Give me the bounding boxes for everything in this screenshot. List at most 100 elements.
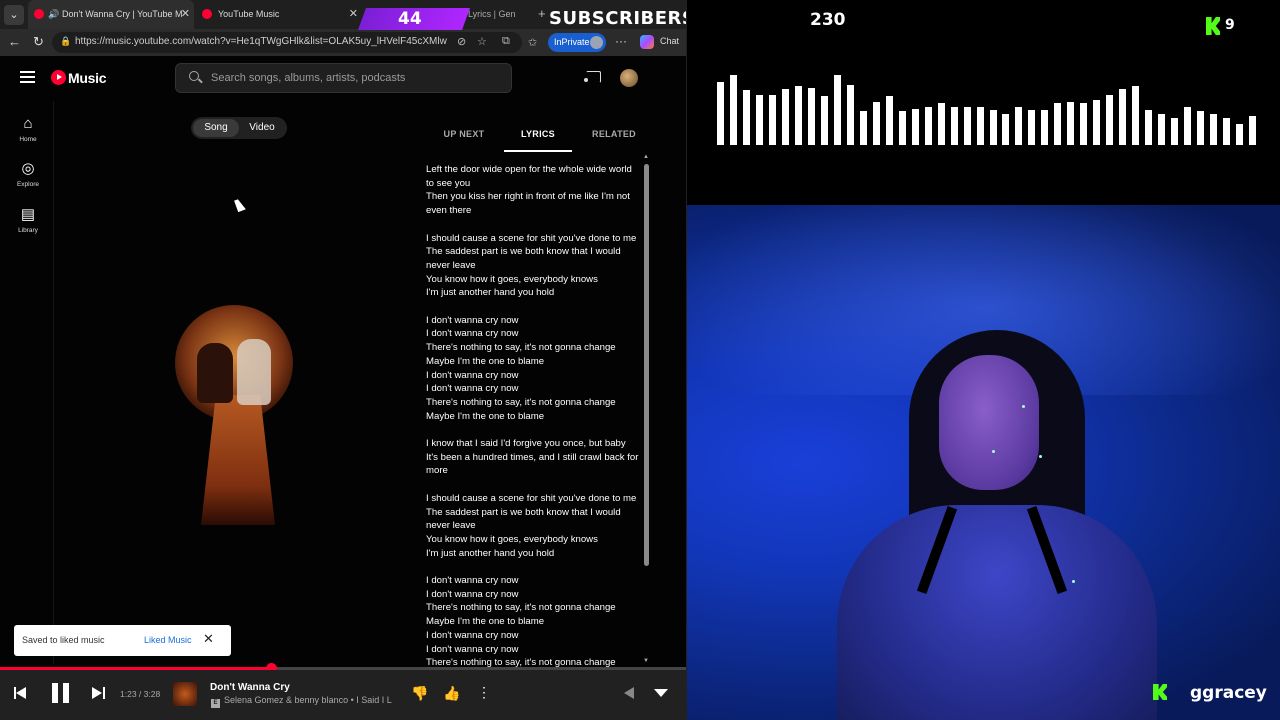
lyrics-line: I don't wanna cry now — [426, 588, 519, 600]
streamer-username: ggracey — [1190, 683, 1267, 703]
song-video-toggle: Song Video — [191, 117, 287, 139]
chevron-down-icon[interactable] — [654, 689, 668, 697]
visualizer-bar — [768, 94, 776, 145]
youtube-music-logo-icon[interactable] — [51, 70, 66, 85]
lock-icon[interactable]: 🔒 — [60, 36, 71, 47]
nav-item-library[interactable]: ▤ Library — [0, 206, 56, 234]
tab-lyrics[interactable]: LYRICS — [504, 124, 572, 152]
visualizer-bar — [1054, 103, 1062, 145]
subscriber-label: SUBSCRIBERS — [549, 8, 687, 29]
tab-youtube-music[interactable]: YouTube Music ✕ — [196, 0, 362, 29]
dislike-icon[interactable]: 👎 — [411, 685, 428, 702]
tab-title: Don't Wanna Cry | YouTube M — [62, 9, 183, 19]
account-avatar[interactable] — [620, 69, 638, 87]
lyrics-line: The saddest part is we both know that I … — [426, 246, 621, 271]
nav-item-explore[interactable]: ◎ Explore — [0, 160, 56, 188]
explicit-badge: E — [211, 699, 220, 708]
streamer-body — [837, 505, 1157, 720]
video-toggle-button[interactable]: Video — [239, 117, 285, 139]
visualizer-bar — [1067, 101, 1075, 145]
visualizer-bar — [950, 106, 958, 145]
visualizer-bar — [885, 96, 893, 145]
lyrics-stanza-gap — [426, 423, 642, 437]
subscriber-count: 44 — [398, 9, 422, 29]
lyrics-line: I don't wanna cry now — [426, 629, 519, 641]
pause-icon[interactable] — [52, 683, 69, 703]
back-button[interactable]: ← — [8, 34, 21, 49]
logo-text[interactable]: Music — [68, 70, 106, 86]
cast-icon[interactable] — [584, 71, 601, 83]
tab-close-icon[interactable]: ✕ — [181, 0, 190, 29]
lyrics-stanza-gap — [426, 218, 642, 232]
more-options-button[interactable]: ··· — [615, 34, 627, 48]
song-toggle-button[interactable]: Song — [193, 119, 239, 137]
like-icon[interactable]: 👍 — [443, 685, 460, 702]
new-tab-button[interactable]: + — [538, 6, 546, 21]
lyrics-line: Left the door wide open for the whole wi… — [426, 164, 632, 189]
saved-toast: Saved to liked music Liked Music ✕ — [14, 625, 231, 656]
volume-icon[interactable] — [624, 687, 634, 699]
lyrics-line: I don't wanna cry now — [426, 643, 519, 655]
lyrics-line: I don't wanna cry now — [426, 328, 519, 340]
scroll-up-arrow-icon[interactable]: ▲ — [643, 154, 649, 160]
visualizer-bar — [1145, 110, 1153, 145]
search-input[interactable] — [211, 69, 501, 87]
lyrics-line: I'm just another hand you hold — [426, 287, 555, 299]
visualizer-bar — [989, 110, 997, 145]
next-track-icon[interactable] — [92, 687, 106, 699]
chat-button[interactable]: Chat — [660, 36, 679, 46]
visualizer-bar — [1249, 115, 1257, 145]
tracking-prevention-icon[interactable]: ⊘ — [457, 35, 466, 48]
sparkle — [1072, 580, 1075, 583]
lyrics-line: I know that I said I'd forgive you once,… — [426, 438, 626, 450]
extensions-icon[interactable]: ⧉ — [502, 35, 510, 48]
lyrics-stanza-gap — [426, 478, 642, 492]
visualizer-bar — [1119, 89, 1127, 145]
search-icon[interactable] — [189, 71, 199, 81]
track-artist-album[interactable]: Selena Gomez & benny blanco • I Said I L — [224, 695, 392, 705]
stream-panel: 230 9 ggracey — [687, 0, 1280, 720]
visualizer-bar — [755, 94, 763, 145]
visualizer-bar — [1158, 113, 1166, 145]
lyrics-text: Left the door wide open for the whole wi… — [426, 163, 642, 668]
tab-actions-menu[interactable]: ⌄ — [4, 5, 24, 25]
search-bar[interactable] — [175, 63, 512, 93]
visualizer-bar — [1171, 118, 1179, 145]
favorite-star-icon[interactable]: ☆ — [477, 35, 487, 48]
lyrics-line: I don't wanna cry now — [426, 575, 519, 587]
url-field[interactable]: 🔒 https://music.youtube.com/watch?v=He1q… — [52, 32, 522, 53]
visualizer-bar — [781, 89, 789, 145]
nav-item-home[interactable]: ⌂ Home — [0, 115, 56, 143]
lyrics-scrollbar[interactable]: ▲ ▼ — [643, 154, 649, 664]
refresh-button[interactable]: ↻ — [33, 34, 44, 50]
kick-logo-icon — [1206, 17, 1220, 35]
tab-up-next[interactable]: UP NEXT — [424, 124, 504, 152]
visualizer-bar — [846, 84, 854, 145]
favorites-icon[interactable]: ✩ — [528, 36, 537, 49]
track-thumbnail[interactable] — [173, 682, 197, 706]
hamburger-menu-icon[interactable] — [20, 71, 35, 83]
visualizer-bar — [820, 96, 828, 145]
visualizer-bar — [1028, 110, 1036, 145]
track-subtitle: E Selena Gomez & benny blanco • I Said I … — [211, 695, 401, 708]
lyrics-line: I don't wanna cry now — [426, 383, 519, 395]
lyrics-line: It's been a hundred times, and I still c… — [426, 451, 639, 477]
inprivate-label: InPrivate — [554, 37, 590, 47]
lyrics-line: I don't wanna cry now — [426, 369, 519, 381]
inprivate-badge[interactable]: InPrivate — [548, 33, 606, 52]
previous-track-icon[interactable] — [14, 687, 28, 699]
scroll-down-arrow-icon[interactable]: ▼ — [643, 658, 649, 664]
visualizer-bar — [1210, 113, 1218, 145]
tab-related[interactable]: RELATED — [576, 124, 652, 152]
toast-liked-music-link[interactable]: Liked Music — [144, 635, 192, 645]
speaker-icon[interactable]: 🔊 — [48, 0, 59, 29]
copilot-icon[interactable] — [640, 35, 654, 49]
sparkle — [992, 450, 995, 453]
scroll-thumb[interactable] — [644, 164, 649, 566]
toast-close-icon[interactable]: ✕ — [203, 631, 214, 647]
tab-close-icon[interactable]: ✕ — [349, 0, 358, 29]
tab-dont-wanna-cry[interactable]: 🔊 Don't Wanna Cry | YouTube M ✕ — [28, 0, 194, 29]
youtube-music-favicon-icon — [34, 9, 44, 19]
more-vert-icon[interactable]: ⋮ — [477, 684, 491, 701]
track-title[interactable]: Don't Wanna Cry — [210, 682, 290, 693]
